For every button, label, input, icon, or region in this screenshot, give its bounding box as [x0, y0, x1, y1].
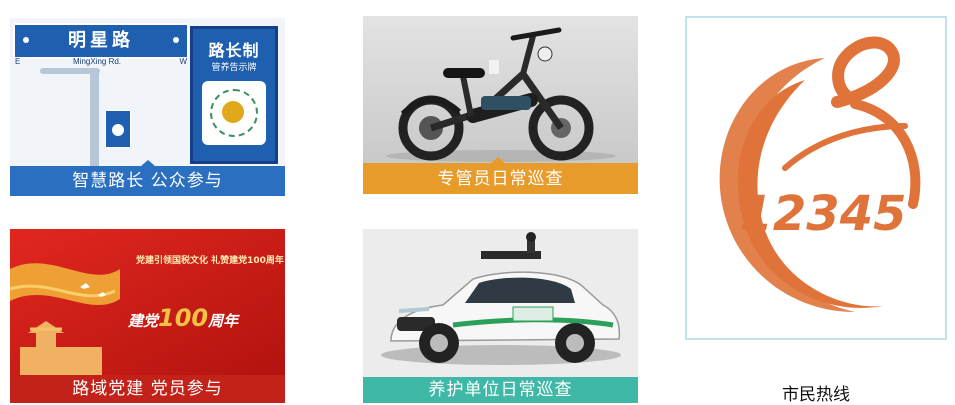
party-caption: 路域党建 党员参与: [10, 375, 285, 403]
street-name: 明星路: [68, 30, 134, 51]
patrol-car-image: [363, 229, 638, 377]
party-slogan: 建党100周年: [128, 304, 238, 332]
qr-code-icon: [202, 81, 266, 145]
sign-west: W: [179, 57, 187, 66]
car-patrol-tile[interactable]: 养护单位日常巡查: [363, 229, 638, 403]
electric-bike-image: [363, 16, 638, 163]
party-building-tile[interactable]: 党建引领国税文化 礼赞建党100周年 建党100周年 路域党建 党员参与: [10, 229, 285, 403]
board-title: 路长制: [208, 41, 260, 60]
mini-qr-icon: [112, 124, 124, 136]
hotline-tile[interactable]: 12345: [685, 16, 947, 340]
road-chief-notice-board: 路长制 管养告示牌: [190, 26, 278, 164]
bike-patrol-tile[interactable]: 专管员日常巡查: [363, 16, 638, 194]
street-pinyin: MingXing Rd.: [73, 57, 122, 66]
hotline-12345-logo: 12345: [719, 36, 921, 312]
mini-notice-board: [105, 110, 131, 148]
sign-east: E: [15, 57, 21, 66]
slogan-prefix: 建党: [128, 312, 159, 330]
party-banner-image: [10, 229, 285, 375]
board-subtitle: 管养告示牌: [211, 63, 257, 73]
slogan-number: 100: [158, 304, 209, 332]
sign-dot-left: [23, 37, 29, 43]
road-chief-caption: 智慧路长 公众参与: [10, 166, 285, 196]
slogan-suffix: 周年: [208, 312, 239, 330]
street-sign-subline: E MingXing Rd. W: [13, 57, 189, 70]
street-name-sign: 明星路: [13, 23, 189, 59]
bike-patrol-caption: 专管员日常巡查: [363, 163, 638, 194]
hotline-label: 市民热线: [782, 385, 850, 405]
party-headline: 党建引领国税文化 礼赞建党100周年: [136, 256, 284, 266]
sign-dot-right: [173, 37, 179, 43]
qr-emblem: [222, 101, 244, 123]
sign-pole: [90, 70, 99, 168]
car-patrol-caption: 养护单位日常巡查: [363, 377, 638, 403]
hotline-number: 12345: [740, 186, 907, 242]
road-chief-tile[interactable]: 明星路 E MingXing Rd. W 路长制 管养告示牌 智慧路长 公众参与: [10, 18, 285, 196]
